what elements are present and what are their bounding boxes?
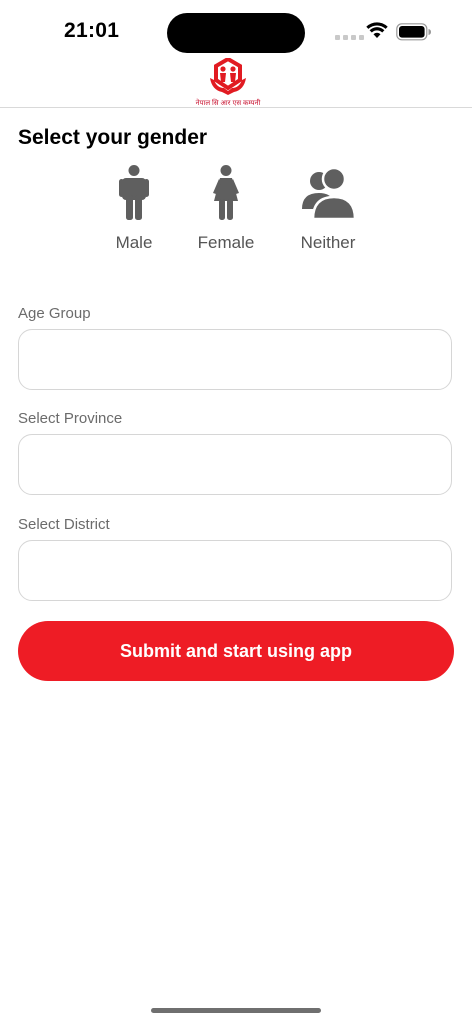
- battery-icon: [396, 23, 431, 41]
- gender-option-female[interactable]: Female: [181, 165, 271, 253]
- submit-button[interactable]: Submit and start using app: [18, 621, 454, 681]
- home-indicator[interactable]: [151, 1008, 321, 1013]
- gender-label-neither: Neither: [300, 233, 356, 252]
- district-label: Select District: [18, 516, 110, 533]
- logo-caption: नेपाल सि आर एस कम्पनी: [195, 100, 261, 107]
- gender-label-female: Female: [197, 233, 255, 252]
- gender-option-male[interactable]: Male: [89, 165, 179, 253]
- male-icon: [119, 165, 149, 220]
- female-icon: [213, 165, 239, 220]
- gender-label-male: Male: [115, 233, 153, 252]
- company-logo: नेपाल सि आर एस कम्पनी: [190, 56, 266, 108]
- gender-option-neither[interactable]: Neither: [283, 165, 373, 253]
- province-field[interactable]: [18, 434, 452, 495]
- status-bar: 21:01: [0, 0, 472, 60]
- gender-title: Select your gender: [18, 126, 208, 149]
- district-field[interactable]: [18, 540, 452, 601]
- wifi-icon: [366, 22, 388, 38]
- app-header: नेपाल सि आर एस कम्पनी: [0, 56, 472, 108]
- age-group-label: Age Group: [18, 305, 91, 322]
- status-time: 21:01: [64, 19, 120, 42]
- province-label: Select Province: [18, 410, 123, 427]
- neither-icon: [302, 166, 356, 221]
- signal-dots-icon: [335, 35, 364, 40]
- logo-icon: [210, 56, 246, 95]
- dynamic-island: [167, 13, 305, 53]
- age-group-field[interactable]: [18, 329, 452, 390]
